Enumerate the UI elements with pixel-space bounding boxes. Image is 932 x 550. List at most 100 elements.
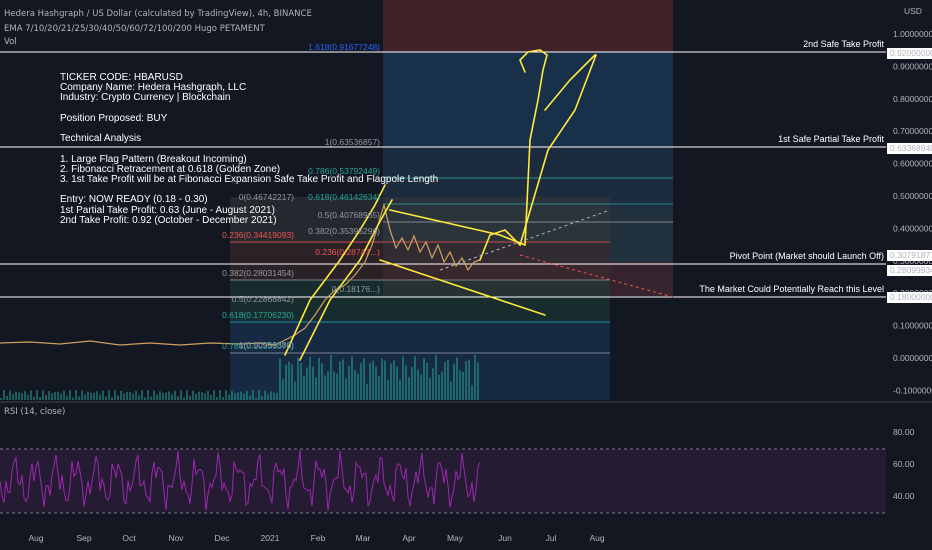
annotation-take1: 1st Safe Partial Take Profit: [778, 134, 884, 144]
volume-bar: [150, 396, 152, 400]
price-tick-label: 0.00000000: [893, 353, 932, 363]
volume-bar: [132, 393, 134, 400]
volume-bar: [51, 393, 53, 400]
volume-bar: [240, 391, 242, 400]
volume-bar: [33, 396, 35, 400]
volume-bar: [207, 391, 209, 400]
volume-bar: [387, 379, 389, 400]
currency-label: USD: [904, 6, 922, 16]
volume-bar: [111, 397, 113, 400]
volume-bar: [186, 390, 188, 400]
volume-bar: [159, 391, 161, 400]
volume-bar: [156, 394, 158, 400]
volume-bar: [189, 395, 191, 400]
volume-bar: [339, 361, 341, 400]
volume-bar: [435, 355, 437, 400]
volume-bar: [81, 390, 83, 400]
volume-bar: [114, 390, 116, 400]
price-tag-label: 0.28099934: [890, 265, 932, 275]
volume-bar: [228, 394, 230, 400]
volume-legend[interactable]: Vol: [4, 37, 17, 47]
chart-title[interactable]: Hedera Hashgraph / US Dollar (calculated…: [4, 9, 312, 19]
volume-bar: [399, 379, 401, 400]
volume-bar: [192, 390, 194, 400]
volume-bar: [423, 357, 425, 400]
volume-bar: [138, 395, 140, 400]
time-axis[interactable]: Aug Sep Oct Nov Dec 2021 Feb Mar Apr May Jun Jul Aug: [28, 533, 604, 543]
fib-expansion-label: 0(0.18176...): [332, 284, 380, 294]
volume-bar: [270, 391, 272, 400]
fib-expansion-label: 0.236(0.28747...): [315, 247, 380, 257]
volume-bar: [342, 359, 344, 400]
volume-bar: [288, 361, 290, 400]
volume-bar: [477, 362, 479, 400]
volume-bar: [258, 390, 260, 400]
volume-bar: [168, 391, 170, 400]
volume-bar: [438, 374, 440, 400]
volume-bar: [90, 392, 92, 400]
volume-bar: [357, 373, 359, 400]
volume-bar: [87, 391, 89, 400]
time-tick-label: May: [447, 533, 464, 543]
volume-bar: [0, 398, 2, 400]
volume-bar: [312, 366, 314, 400]
volume-bar: [300, 362, 302, 400]
volume-bar: [273, 392, 275, 400]
volume-bar: [381, 358, 383, 400]
volume-bar: [420, 374, 422, 400]
volume-bar: [444, 362, 446, 400]
volume-bar: [267, 394, 269, 400]
volume-bar: [468, 359, 470, 400]
price-axis[interactable]: 1.00000000 0.90000000 0.80000000 0.70000000…: [893, 29, 932, 395]
fib-retracement-label: 1(0.00959380): [239, 340, 294, 350]
volume-bar: [9, 390, 11, 400]
price-tick-label: -0.10000000: [893, 385, 932, 395]
indicator-legend[interactable]: EMA 7/10/20/21/25/30/40/50/60/72/100/200…: [4, 24, 265, 34]
price-tag-label: 0.63368940: [890, 143, 932, 153]
volume-bar: [243, 393, 245, 400]
volume-bar: [330, 355, 332, 400]
volume-bar: [396, 366, 398, 400]
fib-retracement-label: 0.5(0.22868842): [232, 294, 295, 304]
price-tick-label: 0.80000000: [893, 94, 932, 104]
volume-bar: [345, 378, 347, 400]
time-tick-label: Jun: [498, 533, 512, 543]
volume-bar: [237, 392, 239, 400]
rsi-pane[interactable]: [0, 448, 886, 514]
volume-bar: [210, 395, 212, 400]
fib-retracement-label: 0.618(0.17706230): [222, 310, 294, 320]
volume-bar: [459, 370, 461, 400]
volume-bar: [465, 361, 467, 400]
volume-bar: [102, 390, 104, 400]
volume-bar: [360, 363, 362, 400]
volume-bar: [414, 356, 416, 400]
volume-bar: [276, 392, 278, 400]
price-tick-label: 0.60000000: [893, 159, 932, 169]
note-line: Industry: Crypto Currency | Blockchain: [60, 92, 231, 104]
volume-bar: [39, 397, 41, 400]
volume-bar: [303, 375, 305, 400]
rsi-tick-label: 80.00: [893, 427, 915, 437]
rsi-legend[interactable]: RSI (14, close): [4, 407, 65, 417]
volume-bar: [66, 395, 68, 400]
volume-bar: [369, 363, 371, 400]
volume-bar: [474, 355, 476, 400]
annotation-take2: 2nd Safe Take Profit: [803, 39, 884, 49]
volume-bar: [384, 360, 386, 400]
volume-bar: [204, 393, 206, 400]
note-line: Position Proposed: BUY: [60, 112, 168, 124]
volume-bar: [3, 390, 5, 400]
price-tick-label: 0.10000000: [893, 321, 932, 331]
volume-bar: [450, 381, 452, 400]
volume-bar: [333, 371, 335, 400]
volume-bar: [183, 397, 185, 400]
annotation-reach: The Market Could Potentially Reach this …: [699, 284, 884, 294]
volume-bar: [18, 392, 20, 400]
volume-bar: [366, 383, 368, 400]
volume-bar: [219, 390, 221, 400]
price-tick-label: 0.90000000: [893, 61, 932, 71]
time-tick-label: Dec: [214, 533, 230, 543]
volume-bar: [123, 393, 125, 400]
volume-bar: [363, 358, 365, 400]
volume-bar: [279, 358, 281, 400]
